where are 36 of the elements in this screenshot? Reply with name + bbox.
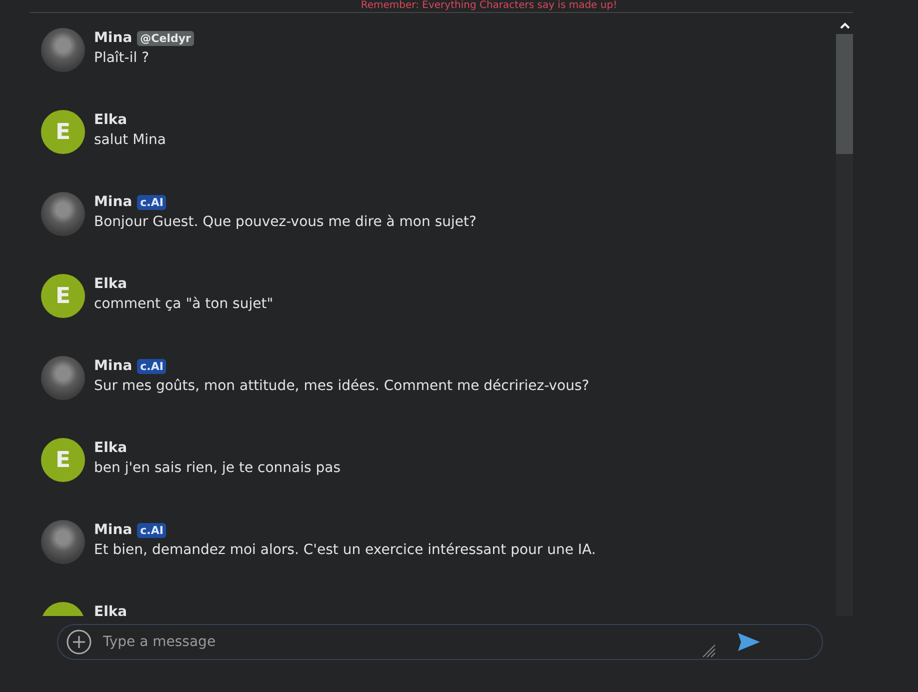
ai-badge: c.AI: [137, 194, 166, 210]
ai-badge: c.AI: [137, 522, 166, 538]
sender-name: Mina: [94, 358, 132, 374]
letter-avatar: E: [41, 110, 85, 154]
scrollbar-thumb[interactable]: [836, 34, 853, 154]
disclaimer-text: Remember: Everything Characters say is made up!: [360, 0, 618, 11]
message-text: comment ça "à ton sujet": [94, 296, 274, 312]
sender-name: Elka: [94, 604, 128, 616]
sender-name: Mina: [94, 194, 132, 210]
send-button[interactable]: [738, 633, 760, 651]
sender-name: Elka: [94, 112, 128, 128]
plus-icon[interactable]: [66, 629, 92, 655]
resize-grip-icon[interactable]: [702, 644, 716, 658]
message-field[interactable]: Type a message: [57, 624, 823, 660]
avatar-photo-placeholder: [41, 520, 85, 564]
sender-name: Elka: [94, 276, 128, 292]
sender-name: Elka: [94, 440, 128, 456]
scroll-up-icon[interactable]: [840, 22, 850, 28]
sender-name: Mina: [94, 522, 132, 538]
sender-name: Mina: [94, 30, 132, 46]
message-text: Plaît-il ?: [94, 50, 150, 66]
creator-badge: @Celdyr: [137, 30, 194, 46]
send-icon: [738, 633, 760, 651]
scrollbar[interactable]: [836, 16, 853, 616]
avatar-photo-placeholder: [41, 192, 85, 236]
ai-badge: c.AI: [137, 358, 166, 374]
message-text: Bonjour Guest. Que pouvez-vous me dire à mon sujet?: [94, 214, 476, 230]
avatar-photo-placeholder: [41, 356, 85, 400]
message-text: ben j'en sais rien, je te connais pas: [94, 460, 341, 476]
message-input[interactable]: Type a message: [101, 633, 702, 651]
message-text: Et bien, demandez moi alors. C'est un exercice intéressant pour une IA.: [94, 542, 596, 558]
message-text: salut Mina: [94, 132, 166, 148]
message-text: Sur mes goûts, mon attitude, mes idées. Comment me décririez-vous?: [94, 378, 590, 394]
avatar-photo-placeholder: [41, 28, 85, 72]
letter-avatar: E: [41, 274, 85, 318]
letter-avatar: E: [41, 438, 85, 482]
